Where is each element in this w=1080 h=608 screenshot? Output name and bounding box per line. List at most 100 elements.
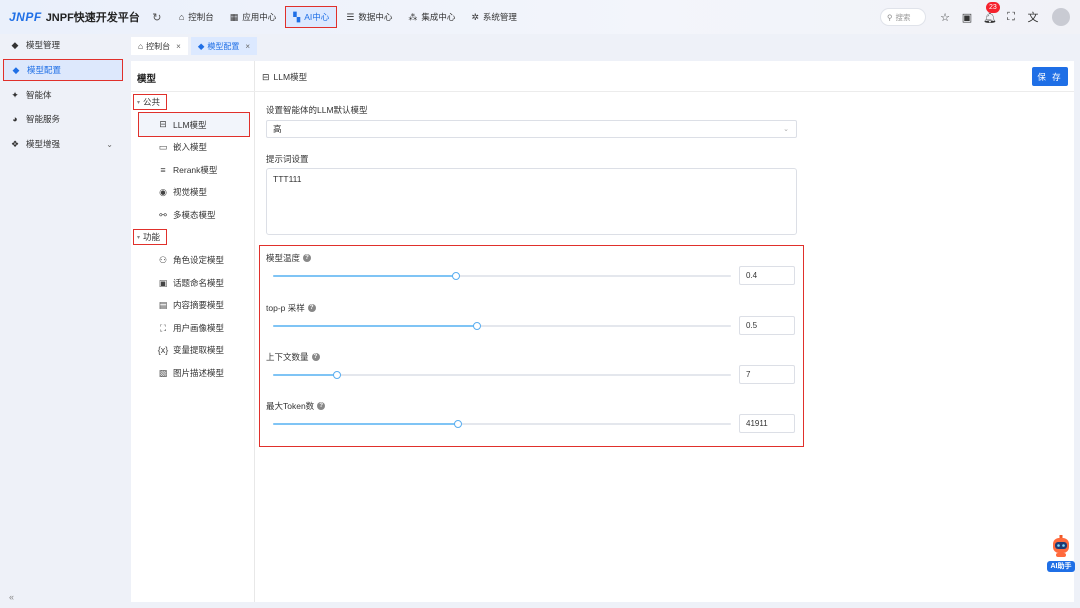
document-icon[interactable]: ▣ bbox=[961, 11, 973, 24]
fullscreen-icon[interactable]: ⛶ bbox=[1005, 11, 1017, 24]
help-icon[interactable]: ? bbox=[303, 254, 312, 262]
tab-dashboard[interactable]: ⌂ 控制台 × bbox=[131, 37, 188, 55]
top-p-slider[interactable] bbox=[273, 322, 731, 330]
slider-fill bbox=[273, 374, 338, 376]
close-icon[interactable]: × bbox=[245, 42, 250, 51]
tree-item-multimodal-model[interactable]: ⚯ 多模态模型 bbox=[151, 206, 247, 224]
topnav-data-center[interactable]: ☰ 数据中心 bbox=[339, 6, 399, 28]
tab-label: 模型配置 bbox=[207, 41, 240, 51]
tree-item-vision-model[interactable]: ◉ 视觉模型 bbox=[151, 183, 247, 201]
slider-fill bbox=[273, 275, 457, 277]
robot-icon: ◕ bbox=[12, 114, 18, 124]
help-icon[interactable]: ? bbox=[317, 402, 326, 410]
logo-mark: JNPF bbox=[9, 10, 42, 24]
caret-down-icon: ▾ bbox=[137, 99, 141, 106]
sidebar-item-agent[interactable]: ✦ 智能体 bbox=[3, 84, 123, 106]
role-icon: ⚇ bbox=[158, 254, 168, 265]
prompt-label-text: 提示词设置 bbox=[266, 154, 309, 164]
sidebar-item-label: 智能服务 bbox=[26, 114, 61, 124]
tree-item-image-caption-model[interactable]: ▧ 图片描述模型 bbox=[151, 364, 247, 382]
bell-icon[interactable]: 🔔︎ 23 bbox=[983, 1, 1000, 24]
top-p-label: top-p 采样 ? bbox=[266, 302, 316, 314]
slider-thumb[interactable] bbox=[454, 420, 463, 428]
translate-icon[interactable]: 文 bbox=[1027, 9, 1039, 25]
cube-icon: ◆ bbox=[197, 40, 205, 51]
ai-assistant-button[interactable]: AI助手 bbox=[1046, 535, 1076, 575]
default-model-select[interactable]: 高 ⌄ bbox=[266, 120, 797, 138]
tree-item-embedding-model[interactable]: ▭ 嵌入模型 bbox=[151, 138, 247, 156]
sidebar-item-model-config[interactable]: ◆ 模型配置 bbox=[3, 59, 123, 81]
sparkle-icon: ✦ bbox=[11, 89, 19, 100]
max-tokens-input[interactable]: 41911 bbox=[739, 414, 795, 433]
topnav-system-management[interactable]: ✲ 系统管理 bbox=[464, 6, 524, 28]
user-scan-icon: ⛶ bbox=[159, 322, 167, 333]
context-count-label-text: 上下文数量 bbox=[266, 352, 309, 362]
divider bbox=[131, 91, 255, 92]
tree-item-variable-model[interactable]: {x} 变量提取模型 bbox=[151, 341, 247, 359]
tree-item-rerank-model[interactable]: ≡ Rerank模型 bbox=[151, 161, 247, 179]
tree-title: 模型 bbox=[137, 74, 157, 85]
slider-thumb[interactable] bbox=[333, 371, 342, 379]
tree-item-user-profile-model[interactable]: ⛶ 用户画像模型 bbox=[151, 319, 247, 337]
tree-group-function[interactable]: ▾ 功能 bbox=[133, 229, 168, 245]
sidebar-item-label: 模型增强 bbox=[26, 139, 61, 149]
llm-icon: ⊟ bbox=[262, 71, 270, 82]
tree-item-label: 图片描述模型 bbox=[173, 368, 225, 378]
topnav-ai-center[interactable]: ▚ AI中心 bbox=[285, 6, 338, 28]
refresh-icon[interactable]: ↻ bbox=[150, 11, 164, 24]
sidebar-item-model-management[interactable]: ◆ 模型管理 bbox=[3, 34, 123, 56]
topnav-app-center[interactable]: ▦ 应用中心 bbox=[223, 6, 284, 28]
tree-item-role-model[interactable]: ⚇ 角色设定模型 bbox=[151, 251, 247, 269]
topnav-integration-center[interactable]: ⁂ 集成中心 bbox=[401, 6, 462, 28]
terminal-icon: ▭ bbox=[158, 141, 168, 152]
tree-item-label: 用户画像模型 bbox=[173, 323, 225, 333]
max-tokens-slider[interactable] bbox=[273, 420, 731, 428]
robot-icon bbox=[1053, 535, 1069, 557]
tree-item-llm-model[interactable]: ⊟ LLM模型 bbox=[138, 112, 250, 137]
context-count-input[interactable]: 7 bbox=[739, 365, 795, 384]
help-icon[interactable]: ? bbox=[311, 353, 320, 361]
slider-thumb[interactable] bbox=[452, 272, 461, 280]
sidebar-item-model-enhance[interactable]: ❖ 模型增强 ⌄ bbox=[3, 133, 123, 155]
slider-fill bbox=[273, 423, 459, 425]
prompt-label: 提示词设置 bbox=[266, 153, 309, 165]
app-logo[interactable]: JNPF JNPF快速开发平台 bbox=[0, 0, 140, 34]
context-count-slider[interactable] bbox=[273, 371, 731, 379]
sidebar: ◆ 模型管理 ◆ 模型配置 ✦ 智能体 ◕ 智能服务 ❖ 模型增强 ⌄ « bbox=[0, 34, 126, 608]
top-right-tools: ⚲ 搜索 ☆ ▣ 🔔︎ 23 ⛶ 文 bbox=[880, 0, 1070, 34]
tree-item-label: 视觉模型 bbox=[173, 187, 208, 197]
temperature-input[interactable]: 0.4 bbox=[739, 266, 795, 285]
temperature-slider[interactable] bbox=[273, 272, 731, 280]
slider-thumb[interactable] bbox=[472, 322, 481, 330]
sidebar-item-label: 模型配置 bbox=[27, 65, 62, 75]
llm-icon: ⊟ bbox=[159, 119, 167, 129]
close-icon[interactable]: × bbox=[176, 42, 181, 51]
form-title-text: LLM模型 bbox=[273, 72, 308, 82]
topnav-label: 集成中心 bbox=[421, 12, 456, 22]
tree-item-topic-model[interactable]: ▣ 话题命名模型 bbox=[151, 274, 247, 292]
sidebar-item-label: 模型管理 bbox=[26, 40, 61, 50]
cube-icon: ◆ bbox=[11, 39, 19, 50]
sidebar-item-label: 智能体 bbox=[26, 90, 52, 100]
save-button[interactable]: 保 存 bbox=[1032, 67, 1068, 86]
star-icon[interactable]: ☆ bbox=[939, 11, 951, 24]
form-title: ⊟ LLM模型 bbox=[262, 71, 307, 83]
topnav-dashboard[interactable]: ⌂ 控制台 bbox=[172, 6, 221, 28]
collapse-sidebar-icon[interactable]: « bbox=[9, 592, 14, 602]
ai-assistant-label: AI助手 bbox=[1047, 561, 1075, 572]
model-form-panel: ⊟ LLM模型 保 存 设置智能体的LLM默认模型 高 ⌄ 提示词设置 TTT1… bbox=[255, 61, 1074, 602]
gear-icon: ✲ bbox=[471, 11, 479, 22]
integration-icon: ⁂ bbox=[408, 11, 418, 22]
avatar[interactable] bbox=[1052, 8, 1070, 26]
context-count-label: 上下文数量 ? bbox=[266, 351, 320, 363]
global-search[interactable]: ⚲ 搜索 bbox=[880, 8, 926, 26]
sidebar-item-smart-service[interactable]: ◕ 智能服务 bbox=[3, 108, 123, 130]
content-card: 模型 ▾ 公共 ⊟ LLM模型 ▭ 嵌入模型 ≡ Rerank模型 ◉ 视觉模型… bbox=[131, 61, 1074, 602]
search-icon: ⚲ bbox=[887, 12, 893, 22]
tree-item-summary-model[interactable]: ▤ 内容摘要模型 bbox=[151, 296, 247, 314]
prompt-textarea[interactable]: TTT111 bbox=[266, 168, 797, 235]
tree-group-public[interactable]: ▾ 公共 bbox=[133, 94, 168, 110]
tab-model-config[interactable]: ◆ 模型配置 × bbox=[190, 37, 258, 55]
top-p-input[interactable]: 0.5 bbox=[739, 316, 795, 335]
help-icon[interactable]: ? bbox=[307, 304, 316, 312]
